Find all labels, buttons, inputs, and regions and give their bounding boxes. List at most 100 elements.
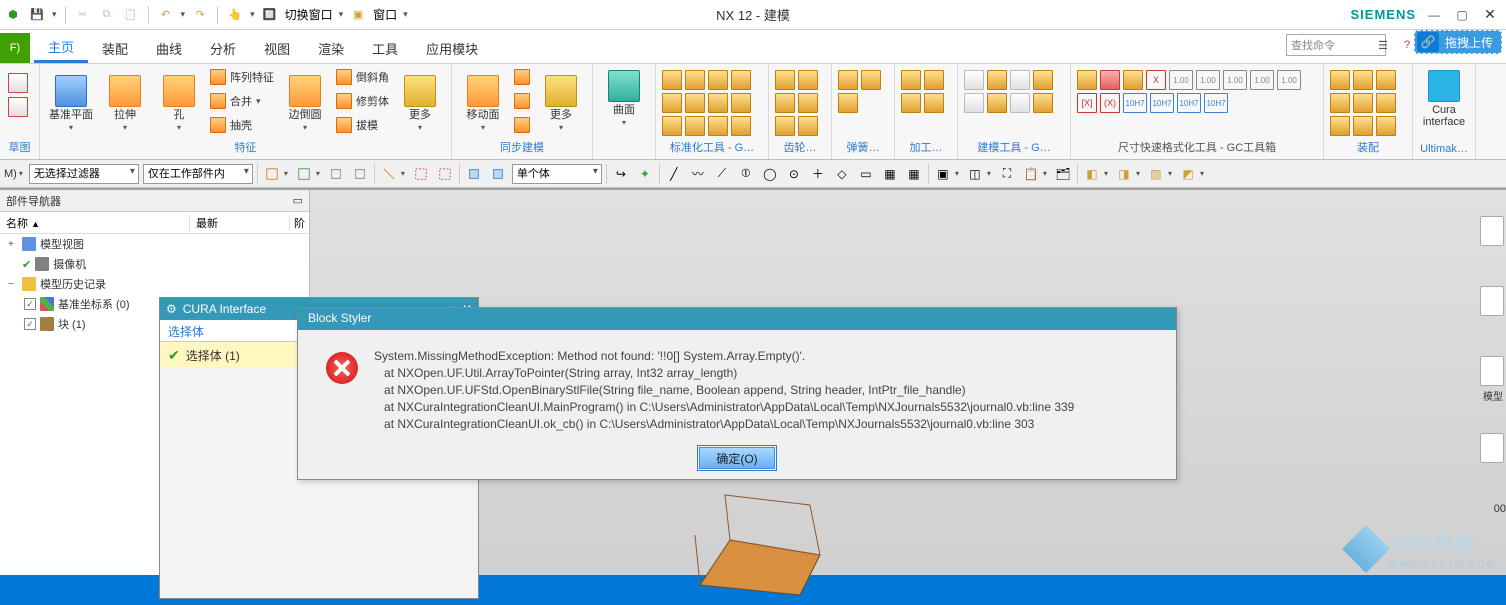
edge-blend-button[interactable]: 边倒圆▾ [280, 71, 330, 132]
surface-button[interactable]: 曲面▾ [599, 66, 649, 127]
undo-icon[interactable]: ↶ [157, 6, 175, 24]
move-face-button[interactable]: 移动面▾ [458, 71, 508, 132]
mt-icon[interactable] [1033, 70, 1053, 90]
render-icon[interactable]: ◧ [1082, 164, 1102, 184]
combine-button[interactable]: 合并▾ [208, 90, 276, 112]
dim-100-icon[interactable]: 1.00 [1223, 70, 1247, 90]
hole-button[interactable]: 孔▾ [154, 71, 204, 132]
mach-icon[interactable] [924, 93, 944, 113]
std-icon[interactable] [708, 93, 728, 113]
minimize-icon[interactable]: — [1424, 5, 1444, 25]
tab-tools[interactable]: 工具 [358, 33, 412, 63]
spring-icon[interactable] [838, 93, 858, 113]
view-icon[interactable]: 📋 [1021, 164, 1041, 184]
view-icon[interactable]: ⛶ [997, 164, 1017, 184]
sel-icon[interactable] [435, 164, 455, 184]
search-command-input[interactable]: 查找命令 [1286, 34, 1386, 56]
std-icon[interactable] [731, 93, 751, 113]
thumb-file-icon[interactable] [1480, 433, 1504, 463]
group-asm-label[interactable]: 装配 [1330, 139, 1406, 157]
sel-icon[interactable] [411, 164, 431, 184]
menu-expand-icon[interactable]: ☰ [1374, 36, 1392, 54]
curve-icon[interactable]: ▦ [904, 164, 924, 184]
std-icon[interactable] [708, 116, 728, 136]
curve-icon[interactable]: ▭ [856, 164, 876, 184]
curve-icon[interactable]: ⊙ [784, 164, 804, 184]
sync-tool-2[interactable] [512, 90, 532, 112]
window-icon[interactable]: ▣ [349, 6, 367, 24]
view-icon[interactable]: ▣ [933, 164, 953, 184]
std-icon[interactable] [662, 116, 682, 136]
asm-icon[interactable] [1330, 116, 1350, 136]
asm-icon[interactable] [1330, 70, 1350, 90]
std-icon[interactable] [662, 70, 682, 90]
pattern-feature-button[interactable]: 阵列特征 [208, 66, 276, 88]
mt-icon[interactable] [987, 93, 1007, 113]
group-sync-label[interactable]: 同步建模 [458, 139, 586, 157]
dim-100-icon[interactable]: 1.00 [1277, 70, 1301, 90]
datum-plane-button[interactable]: 基准平面▾ [46, 71, 96, 132]
dim-icon[interactable] [1123, 70, 1143, 90]
sel-icon[interactable] [379, 164, 399, 184]
save-icon[interactable]: 💾 [28, 6, 46, 24]
dim-10h7-icon[interactable]: 10H7 [1150, 93, 1174, 113]
gear-icon[interactable] [775, 93, 795, 113]
thumb-file-icon[interactable] [1480, 356, 1504, 386]
switch-window-label[interactable]: 切换窗口 [285, 6, 333, 23]
group-sketch-label[interactable]: 草图 [6, 139, 33, 157]
asm-icon[interactable] [1353, 70, 1373, 90]
spring-icon[interactable] [861, 70, 881, 90]
selection-scope-select[interactable]: 仅在工作部件内 [143, 164, 253, 184]
dim-x-icon[interactable]: (X) [1100, 93, 1120, 113]
view-icon[interactable]: 🗂 [1053, 164, 1073, 184]
draft-button[interactable]: 拔模 [334, 114, 391, 136]
sel-icon[interactable] [294, 164, 314, 184]
redo-icon[interactable]: ↷ [191, 6, 209, 24]
axis-icon[interactable]: ✦ [635, 164, 655, 184]
curve-icon[interactable]: ＋ [808, 164, 828, 184]
asm-icon[interactable] [1353, 116, 1373, 136]
mt-icon[interactable] [1033, 93, 1053, 113]
restore-icon[interactable]: ▢ [1452, 5, 1472, 25]
ok-button[interactable]: 确定(O) [699, 447, 774, 469]
switch-window-icon[interactable]: 🔲 [261, 6, 279, 24]
dim-10h7-icon[interactable]: 10H7 [1123, 93, 1147, 113]
close-icon[interactable]: ✕ [1480, 5, 1500, 25]
col-name[interactable]: 名称 [6, 218, 28, 230]
cura-interface-button[interactable]: Cura interface [1419, 66, 1469, 128]
dim-100-icon[interactable]: 1.00 [1196, 70, 1220, 90]
mt-icon[interactable] [987, 70, 1007, 90]
dim-10h7-icon[interactable]: 10H7 [1177, 93, 1201, 113]
asm-icon[interactable] [1376, 116, 1396, 136]
menu-m-label[interactable]: M) [4, 168, 17, 180]
group-feature-label[interactable]: 特征 [46, 139, 445, 157]
gear-icon[interactable] [775, 116, 795, 136]
render-icon[interactable]: ◨ [1114, 164, 1134, 184]
std-icon[interactable] [731, 70, 751, 90]
std-icon[interactable] [708, 70, 728, 90]
tab-curve[interactable]: 曲线 [142, 33, 196, 63]
tab-view[interactable]: 视图 [250, 33, 304, 63]
tab-home[interactable]: 主页 [34, 33, 88, 63]
std-icon[interactable] [685, 93, 705, 113]
trim-body-button[interactable]: 修剪体 [334, 90, 391, 112]
sync-tool-1[interactable] [512, 66, 532, 88]
dim-icon[interactable] [1100, 70, 1120, 90]
curve-icon[interactable]: ╱ [664, 164, 684, 184]
arrow-icon[interactable]: ↪ [611, 164, 631, 184]
thumb-file-icon[interactable] [1480, 286, 1504, 316]
tab-analysis[interactable]: 分析 [196, 33, 250, 63]
mach-icon[interactable] [901, 93, 921, 113]
tree-history[interactable]: −模型历史记录 [0, 274, 309, 294]
asm-icon[interactable] [1376, 70, 1396, 90]
thumb-file-icon[interactable] [1480, 216, 1504, 246]
tree-camera[interactable]: ✔摄像机 [0, 254, 309, 274]
sel-icon[interactable] [326, 164, 346, 184]
curve-icon[interactable]: ⟋ [712, 164, 732, 184]
mt-icon[interactable] [964, 93, 984, 113]
tab-assembly[interactable]: 装配 [88, 33, 142, 63]
col-alt[interactable]: 阶 [289, 215, 309, 231]
group-spring-label[interactable]: 弹簧… [838, 139, 888, 157]
copy-icon[interactable]: ⧉ [98, 6, 116, 24]
sketch-line-icon[interactable] [6, 96, 33, 118]
